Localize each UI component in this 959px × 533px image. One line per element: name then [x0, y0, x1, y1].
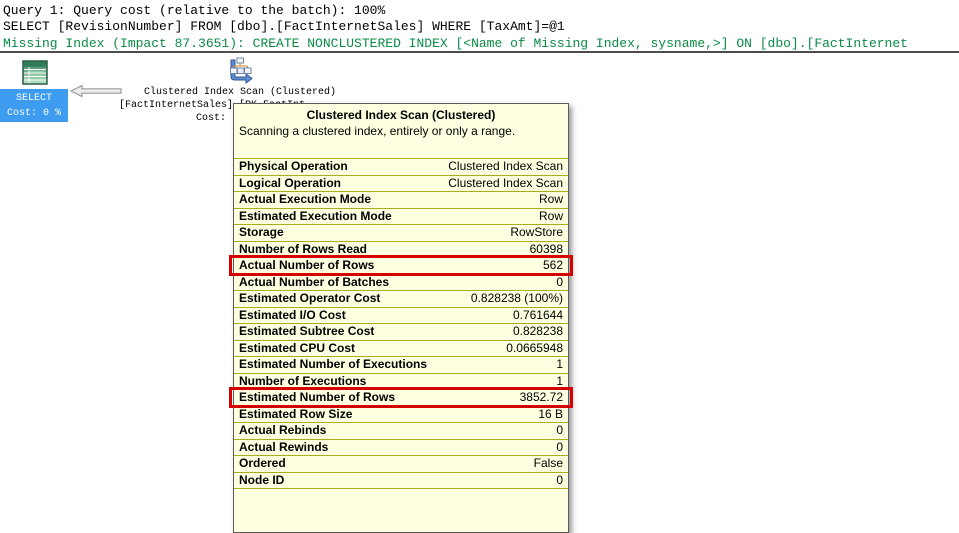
- property-row: Estimated Number of Rows 3852.72: [234, 390, 568, 407]
- property-value: 0.828238: [513, 324, 563, 339]
- property-row: Storage RowStore: [234, 225, 568, 242]
- property-name: Estimated Number of Rows: [239, 390, 395, 405]
- property-name: Actual Execution Mode: [239, 192, 371, 207]
- operator-tooltip: Clustered Index Scan (Clustered) Scannin…: [233, 103, 569, 533]
- clustered-index-scan-icon[interactable]: [226, 56, 254, 84]
- property-value: 0.0665948: [506, 341, 563, 356]
- property-name: Estimated Execution Mode: [239, 209, 392, 224]
- property-value: 0.828238 (100%): [471, 291, 563, 306]
- property-value: Clustered Index Scan: [448, 176, 563, 191]
- property-name: Logical Operation: [239, 176, 341, 191]
- property-value: 60398: [530, 242, 563, 257]
- property-value: 0: [556, 440, 563, 455]
- query-text-line: SELECT [RevisionNumber] FROM [dbo].[Fact…: [3, 19, 565, 34]
- property-row: Estimated Execution Mode Row: [234, 209, 568, 226]
- property-row: Number of Rows Read 60398: [234, 242, 568, 259]
- property-value: 0: [556, 275, 563, 290]
- property-name: Estimated CPU Cost: [239, 341, 355, 356]
- property-name: Estimated Subtree Cost: [239, 324, 374, 339]
- property-row: Actual Number of Rows 562: [234, 258, 568, 275]
- property-name: Estimated Row Size: [239, 407, 352, 422]
- scan-node-title[interactable]: Clustered Index Scan (Clustered): [110, 86, 370, 99]
- property-row: Estimated Subtree Cost 0.828238: [234, 324, 568, 341]
- property-name: Actual Rewinds: [239, 440, 328, 455]
- property-value: False: [534, 456, 563, 471]
- property-name: Storage: [239, 225, 284, 240]
- property-row: Estimated I/O Cost 0.761644: [234, 308, 568, 325]
- scan-node-cost[interactable]: Cost:: [196, 112, 226, 125]
- property-row: Estimated Row Size 16 B: [234, 407, 568, 424]
- property-name: Physical Operation: [239, 159, 348, 174]
- property-value: Row: [539, 209, 563, 224]
- select-result-icon[interactable]: [21, 60, 49, 87]
- property-value: 562: [543, 258, 563, 273]
- select-node-label: SELECT: [0, 91, 68, 106]
- property-value: 16 B: [538, 407, 563, 422]
- property-name: Actual Number of Rows: [239, 258, 374, 273]
- property-value: RowStore: [510, 225, 563, 240]
- property-name: Ordered: [239, 456, 286, 471]
- property-value: Clustered Index Scan: [448, 159, 563, 174]
- property-name: Number of Rows Read: [239, 242, 367, 257]
- property-row: Actual Rewinds 0: [234, 440, 568, 457]
- header-separator: [0, 51, 959, 53]
- property-name: Node ID: [239, 473, 284, 488]
- property-row: Ordered False: [234, 456, 568, 473]
- property-value: 0.761644: [513, 308, 563, 323]
- property-row: Estimated CPU Cost 0.0665948: [234, 341, 568, 358]
- property-name: Estimated Operator Cost: [239, 291, 380, 306]
- property-row: Actual Number of Batches 0: [234, 275, 568, 292]
- property-row: Actual Rebinds 0: [234, 423, 568, 440]
- property-value: 1: [556, 357, 563, 372]
- property-name: Actual Number of Batches: [239, 275, 389, 290]
- tooltip-title: Clustered Index Scan (Clustered): [234, 108, 568, 122]
- property-row: Estimated Number of Executions 1: [234, 357, 568, 374]
- tooltip-property-table: Physical Operation Clustered Index Scan …: [234, 158, 568, 489]
- property-row: Physical Operation Clustered Index Scan: [234, 159, 568, 176]
- property-row: Actual Execution Mode Row: [234, 192, 568, 209]
- property-row: Node ID 0: [234, 473, 568, 490]
- property-value: 3852.72: [520, 390, 563, 405]
- property-row: Estimated Operator Cost 0.828238 (100%): [234, 291, 568, 308]
- select-node[interactable]: SELECT Cost: 0 %: [0, 89, 68, 122]
- property-value: 0: [556, 473, 563, 488]
- property-name: Actual Rebinds: [239, 423, 326, 438]
- select-node-cost: Cost: 0 %: [0, 106, 68, 121]
- property-value: 0: [556, 423, 563, 438]
- property-name: Number of Executions: [239, 374, 366, 389]
- property-value: Row: [539, 192, 563, 207]
- property-name: Estimated Number of Executions: [239, 357, 427, 372]
- missing-index-line: Missing Index (Impact 87.3651): CREATE N…: [3, 36, 908, 51]
- tooltip-description: Scanning a clustered index, entirely or …: [239, 124, 563, 138]
- property-row: Number of Executions 1: [234, 374, 568, 391]
- query-cost-line: Query 1: Query cost (relative to the bat…: [3, 3, 385, 18]
- property-name: Estimated I/O Cost: [239, 308, 346, 323]
- property-row: Logical Operation Clustered Index Scan: [234, 176, 568, 193]
- property-value: 1: [556, 374, 563, 389]
